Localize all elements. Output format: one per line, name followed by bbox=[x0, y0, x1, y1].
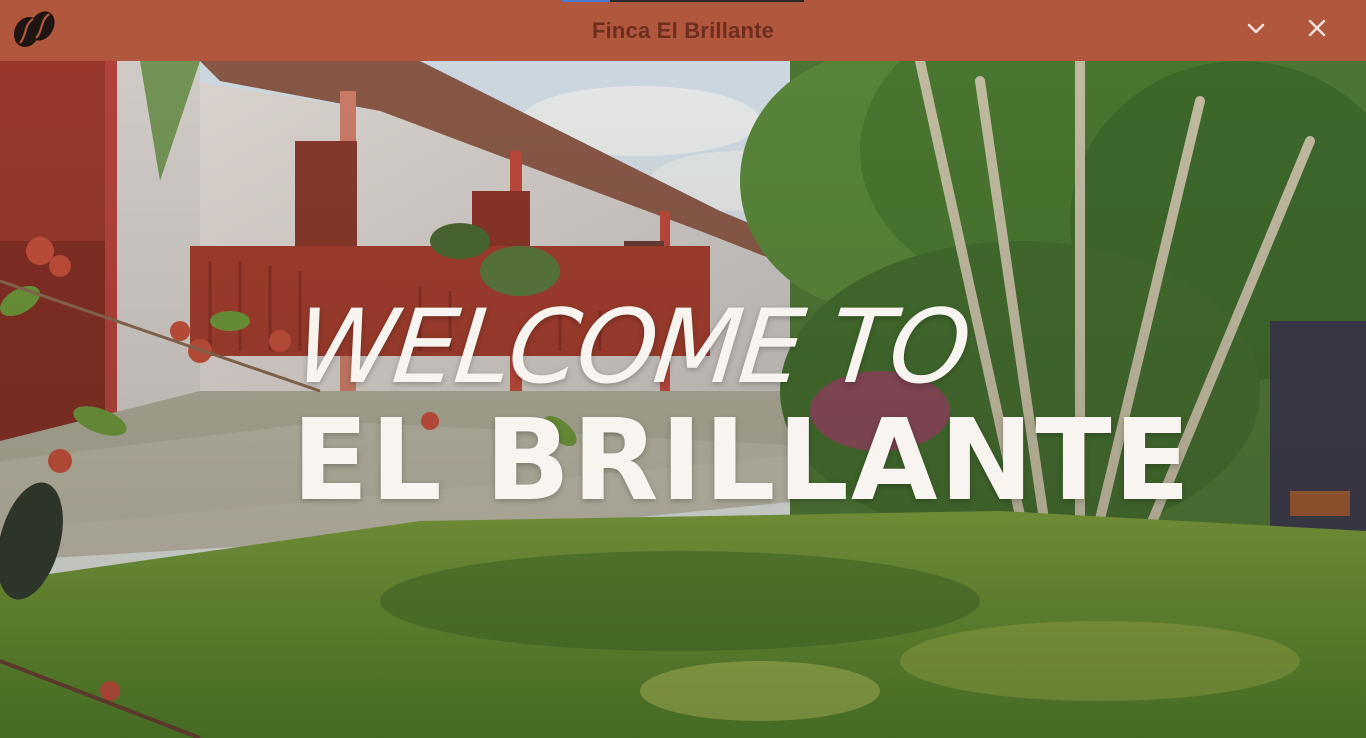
app-window: Finca El Brillante WELCOME TO EL BRILLAN… bbox=[0, 0, 1366, 738]
chevron-down-icon[interactable] bbox=[1242, 14, 1270, 42]
loading-bar bbox=[562, 0, 804, 2]
loading-bar-fill bbox=[562, 0, 610, 2]
page-title: Finca El Brillante bbox=[591, 18, 775, 43]
close-icon[interactable] bbox=[1303, 14, 1331, 42]
welcome-heading: WELCOME TO bbox=[289, 288, 974, 407]
hero-banner: WELCOME TO EL BRILLANTE bbox=[0, 61, 1366, 738]
top-bar: Finca El Brillante bbox=[0, 0, 1366, 61]
brand-heading: EL BRILLANTE bbox=[292, 396, 1193, 526]
